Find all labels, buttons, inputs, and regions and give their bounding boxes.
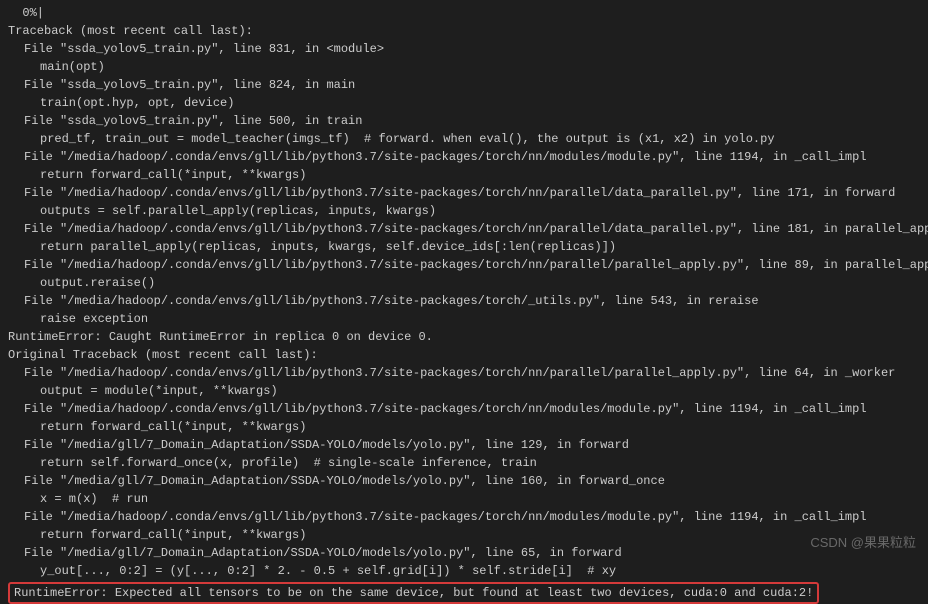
- terminal-line: return self.forward_once(x, profile) # s…: [8, 454, 920, 472]
- terminal-line: return forward_call(*input, **kwargs): [8, 418, 920, 436]
- terminal-line: return forward_call(*input, **kwargs): [8, 166, 920, 184]
- terminal-line: File "/media/hadoop/.conda/envs/gll/lib/…: [8, 256, 920, 274]
- terminal-line: File "/media/gll/7_Domain_Adaptation/SSD…: [8, 472, 920, 490]
- terminal-line: File "/media/hadoop/.conda/envs/gll/lib/…: [8, 364, 920, 382]
- terminal-line: File "/media/hadoop/.conda/envs/gll/lib/…: [8, 220, 920, 238]
- runtime-error-text: RuntimeError: Expected all tensors to be…: [8, 582, 819, 604]
- terminal-line: train(opt.hyp, opt, device): [8, 94, 920, 112]
- terminal-line: Traceback (most recent call last):: [8, 22, 920, 40]
- terminal-line: File "/media/hadoop/.conda/envs/gll/lib/…: [8, 508, 920, 526]
- terminal-line: RuntimeError: Caught RuntimeError in rep…: [8, 328, 920, 346]
- watermark-text: CSDN @果果粒粒: [810, 533, 916, 553]
- terminal-line: File "/media/hadoop/.conda/envs/gll/lib/…: [8, 400, 920, 418]
- terminal-line: output = module(*input, **kwargs): [8, 382, 920, 400]
- terminal-line: Original Traceback (most recent call las…: [8, 346, 920, 364]
- terminal-line: outputs = self.parallel_apply(replicas, …: [8, 202, 920, 220]
- terminal-line: File "ssda_yolov5_train.py", line 831, i…: [8, 40, 920, 58]
- terminal-line: 0%|: [8, 4, 920, 22]
- terminal-line: File "ssda_yolov5_train.py", line 500, i…: [8, 112, 920, 130]
- terminal-line: x = m(x) # run: [8, 490, 920, 508]
- terminal-line: return parallel_apply(replicas, inputs, …: [8, 238, 920, 256]
- terminal-line: y_out[..., 0:2] = (y[..., 0:2] * 2. - 0.…: [8, 562, 920, 580]
- terminal-line: File "/media/hadoop/.conda/envs/gll/lib/…: [8, 184, 920, 202]
- terminal-line: File "/media/gll/7_Domain_Adaptation/SSD…: [8, 544, 920, 562]
- terminal-line: File "/media/gll/7_Domain_Adaptation/SSD…: [8, 436, 920, 454]
- terminal-line: main(opt): [8, 58, 920, 76]
- terminal-line: File "/media/hadoop/.conda/envs/gll/lib/…: [8, 292, 920, 310]
- terminal-line: raise exception: [8, 310, 920, 328]
- terminal-output: 0%|Traceback (most recent call last):Fil…: [8, 4, 920, 580]
- terminal-line: File "/media/hadoop/.conda/envs/gll/lib/…: [8, 148, 920, 166]
- terminal-line: output.reraise(): [8, 274, 920, 292]
- error-line-highlight: RuntimeError: Expected all tensors to be…: [8, 580, 920, 604]
- terminal-line: File "ssda_yolov5_train.py", line 824, i…: [8, 76, 920, 94]
- terminal-line: return forward_call(*input, **kwargs): [8, 526, 920, 544]
- terminal-line: pred_tf, train_out = model_teacher(imgs_…: [8, 130, 920, 148]
